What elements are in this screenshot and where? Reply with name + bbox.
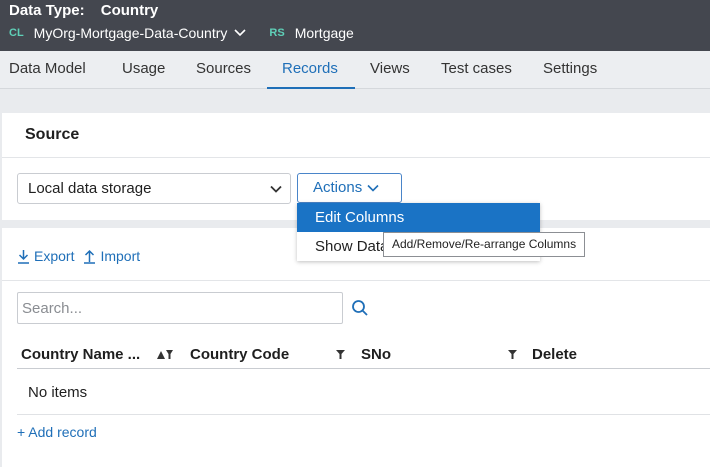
tooltip: Add/Remove/Re-arrange Columns bbox=[383, 232, 586, 257]
actions-button[interactable]: Actions bbox=[297, 173, 402, 203]
data-type-value: Country bbox=[100, 2, 159, 19]
search-input[interactable] bbox=[17, 292, 343, 324]
search-icon[interactable] bbox=[351, 299, 369, 317]
tab-sources[interactable]: Sources bbox=[196, 51, 251, 89]
export-link[interactable]: Export bbox=[17, 248, 74, 264]
import-label: Import bbox=[100, 248, 141, 264]
ruleset-tag: RS bbox=[269, 27, 285, 39]
tab-views[interactable]: Views bbox=[370, 51, 410, 89]
tab-bar: Data Model Usage Sources Records Views T… bbox=[0, 51, 710, 89]
divider bbox=[2, 280, 710, 281]
download-icon bbox=[18, 249, 29, 264]
chevron-down-icon[interactable] bbox=[233, 28, 247, 38]
table-header: Country Name ... Country Code SNo Delete bbox=[17, 346, 710, 368]
filter-icon[interactable] bbox=[335, 349, 346, 360]
import-link[interactable]: Import bbox=[83, 248, 140, 264]
chevron-down-icon bbox=[367, 184, 379, 192]
tab-data-model[interactable]: Data Model bbox=[9, 51, 86, 89]
tab-records[interactable]: Records bbox=[267, 51, 355, 89]
source-select-value: Local data storage bbox=[28, 180, 152, 197]
sort-filter-icon[interactable] bbox=[156, 349, 174, 360]
export-label: Export bbox=[34, 248, 75, 264]
column-header-sno[interactable]: SNo bbox=[361, 346, 391, 363]
column-header-label: Delete bbox=[532, 346, 578, 363]
data-type-line: Data Type: Country bbox=[9, 2, 158, 19]
empty-table-message: No items bbox=[28, 384, 88, 401]
divider bbox=[17, 414, 710, 415]
class-name-link[interactable]: MyOrg-Mortgage-Data-Country bbox=[34, 25, 228, 41]
tab-usage[interactable]: Usage bbox=[122, 51, 165, 89]
column-header-label: Country Code bbox=[190, 346, 290, 363]
records-toolbar: Export Import bbox=[17, 248, 149, 264]
tab-test-cases[interactable]: Test cases bbox=[441, 51, 512, 89]
column-header-label: Country Name ... bbox=[21, 346, 141, 363]
filter-icon[interactable] bbox=[507, 349, 518, 360]
tab-settings[interactable]: Settings bbox=[543, 51, 597, 89]
column-header-delete: Delete bbox=[532, 346, 577, 363]
class-ruleset-line: CL MyOrg-Mortgage-Data-Country RS Mortga… bbox=[9, 25, 354, 41]
source-title: Source bbox=[25, 126, 80, 143]
column-header-country-name[interactable]: Country Name ... bbox=[21, 346, 140, 363]
divider bbox=[17, 368, 710, 369]
divider bbox=[2, 157, 710, 158]
column-header-country-code[interactable]: Country Code bbox=[190, 346, 289, 363]
ruleset-name: Mortgage bbox=[294, 25, 354, 41]
chevron-down-icon bbox=[270, 185, 282, 193]
source-select[interactable]: Local data storage bbox=[17, 173, 291, 204]
data-type-label: Data Type: bbox=[9, 2, 85, 19]
menu-item-edit-columns[interactable]: Edit Columns bbox=[297, 203, 540, 232]
add-record-link[interactable]: + Add record bbox=[17, 424, 97, 440]
upload-icon bbox=[84, 249, 96, 264]
page-header: Data Type: Country CL MyOrg-Mortgage-Dat… bbox=[0, 0, 710, 51]
column-header-label: SNo bbox=[361, 346, 391, 363]
actions-button-label: Actions bbox=[313, 179, 363, 196]
class-tag: CL bbox=[9, 27, 24, 39]
records-panel: Export Import Country Name ... Country C… bbox=[2, 228, 710, 467]
